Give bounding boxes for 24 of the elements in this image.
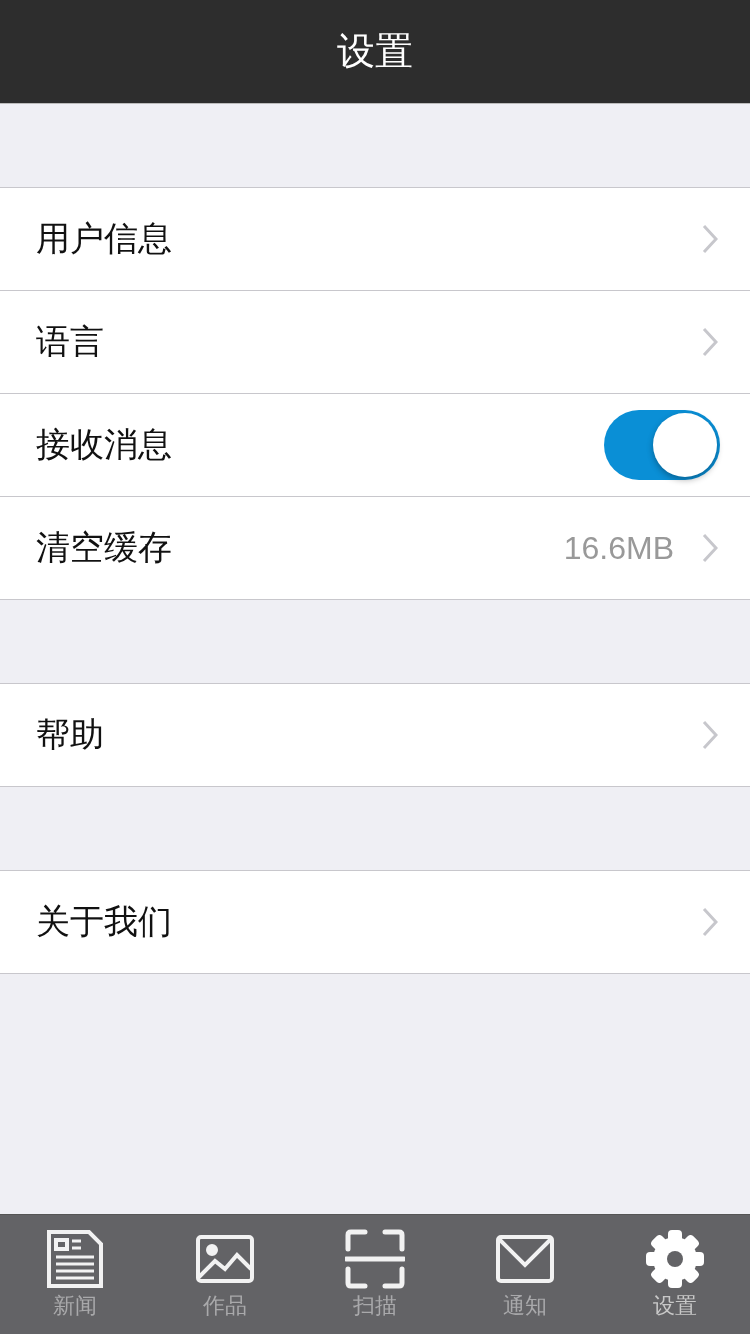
newspaper-icon [45, 1228, 105, 1289]
chevron-icon [702, 907, 718, 937]
row-label: 接收消息 [36, 423, 173, 466]
row-label: 关于我们 [36, 900, 173, 943]
chevron-icon [702, 327, 718, 357]
tab-item[interactable]: 设置 [600, 1215, 750, 1334]
toggle-switch[interactable] [604, 410, 720, 480]
chevron-icon [702, 224, 718, 254]
row-label: 用户信息 [36, 217, 173, 260]
settings-row[interactable]: 接收消息 [0, 393, 750, 496]
scan-icon [345, 1228, 405, 1289]
page-title: 设置 [337, 28, 413, 75]
row-label: 清空缓存 [36, 526, 173, 569]
settings-row[interactable]: 清空缓存 16.6MB [0, 496, 750, 599]
cache-size: 16.6MB [563, 529, 674, 567]
row-label: 语言 [36, 320, 105, 363]
settings-row[interactable]: 语言 [0, 290, 750, 393]
settings-icon [645, 1228, 705, 1289]
row-label: 帮助 [36, 713, 105, 756]
chevron-icon [702, 720, 718, 750]
chevron-icon [702, 533, 718, 563]
settings-row[interactable]: 帮助 [0, 684, 750, 786]
settings-row[interactable]: 关于我们 [0, 871, 750, 973]
settings-row[interactable]: 用户信息 [0, 188, 750, 290]
